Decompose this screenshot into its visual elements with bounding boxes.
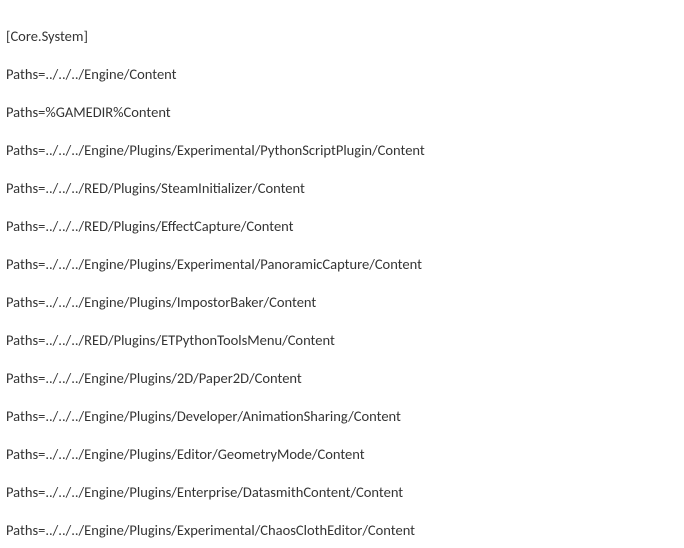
config-file-view[interactable]: [Core.System] Paths=../../../Engine/Cont… bbox=[0, 0, 684, 548]
config-line: Paths=../../../Engine/Plugins/Experiment… bbox=[6, 521, 678, 540]
config-line: Paths=../../../Engine/Plugins/ImpostorBa… bbox=[6, 293, 678, 312]
config-line: Paths=../../../Engine/Plugins/2D/Paper2D… bbox=[6, 369, 678, 388]
config-line: Paths=../../../Engine/Plugins/Experiment… bbox=[6, 255, 678, 274]
config-line: Paths=../../../RED/Plugins/SteamInitiali… bbox=[6, 179, 678, 198]
config-line: Paths=../../../Engine/Plugins/Editor/Geo… bbox=[6, 445, 678, 464]
section-header: [Core.System] bbox=[6, 27, 678, 46]
config-line: Paths=../../../RED/Plugins/EffectCapture… bbox=[6, 217, 678, 236]
config-line: Paths=../../../Engine/Plugins/Enterprise… bbox=[6, 483, 678, 502]
config-line: Paths=../../../Engine/Content bbox=[6, 65, 678, 84]
config-line: Paths=../../../RED/Plugins/ETPythonTools… bbox=[6, 331, 678, 350]
config-line: Paths=%GAMEDIR%Content bbox=[6, 103, 678, 122]
config-line: Paths=../../../Engine/Plugins/Developer/… bbox=[6, 407, 678, 426]
config-line: Paths=../../../Engine/Plugins/Experiment… bbox=[6, 141, 678, 160]
